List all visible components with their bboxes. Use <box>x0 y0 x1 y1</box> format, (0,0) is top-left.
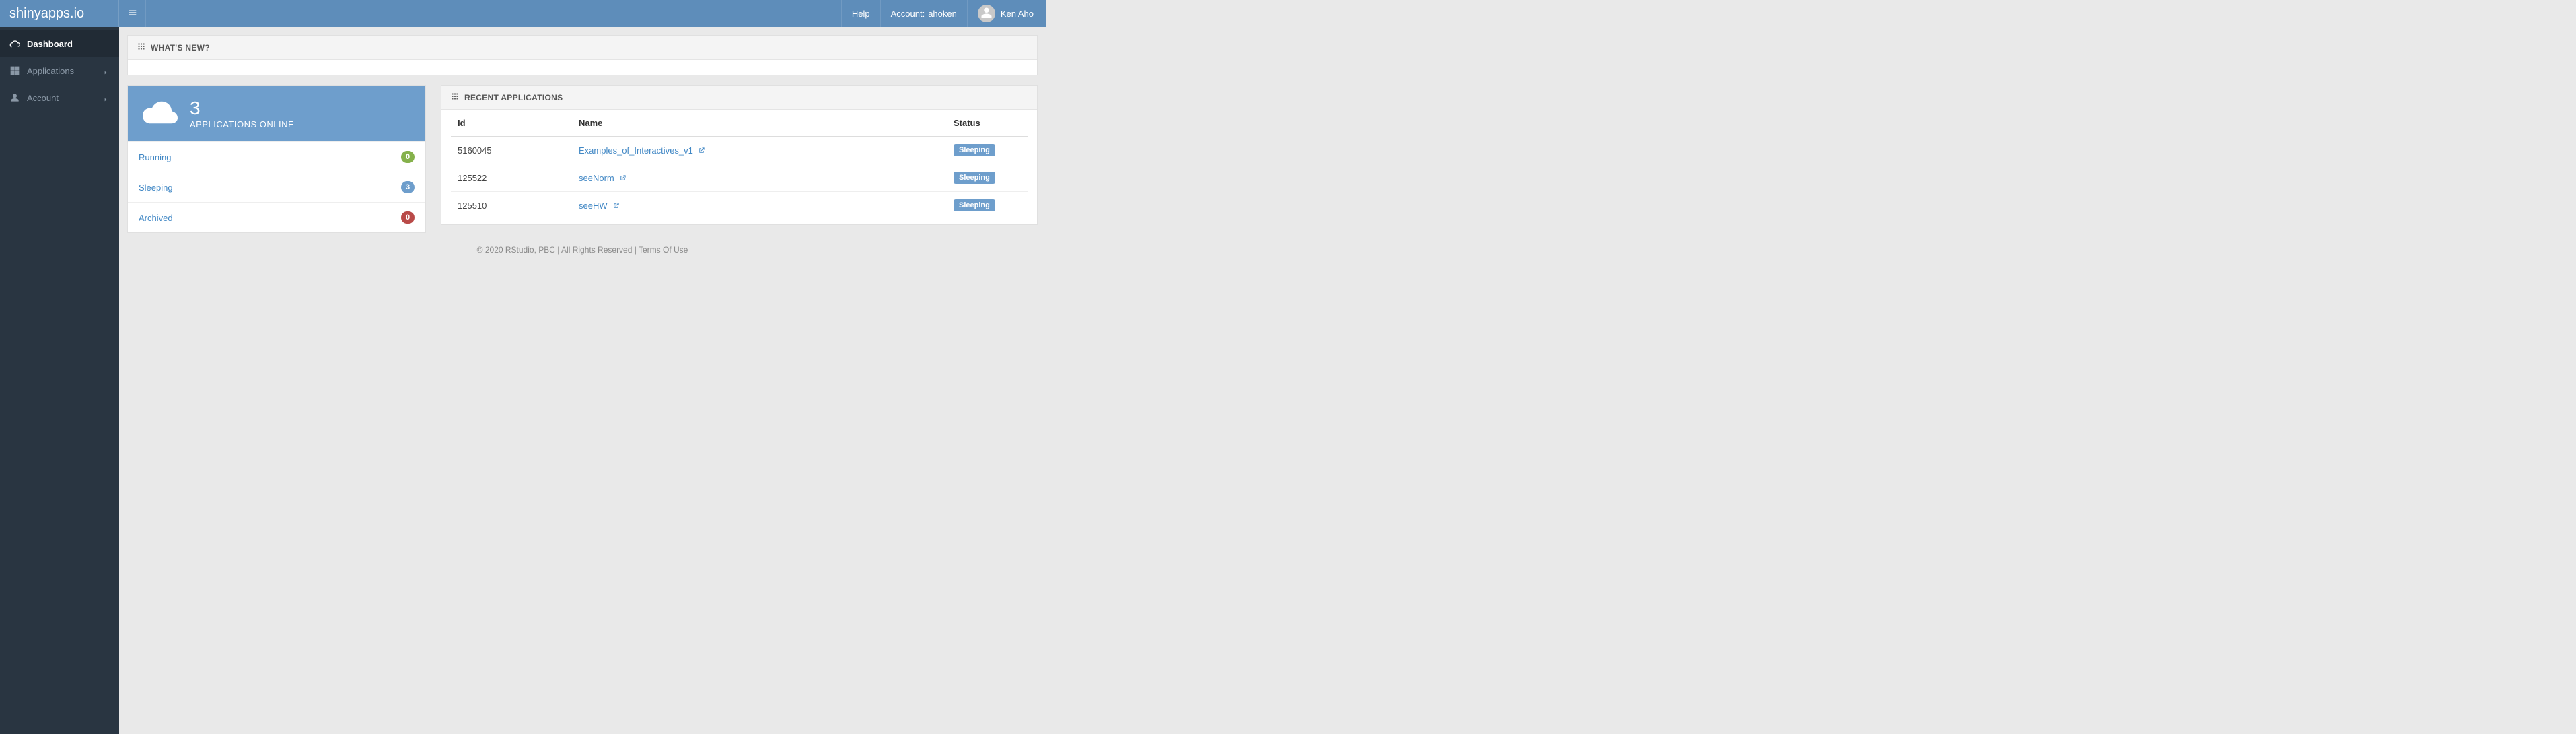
person-icon <box>9 92 20 103</box>
avatar <box>978 5 995 22</box>
stat-label: Running <box>139 152 401 162</box>
table-row: 125522 seeNorm Sleeping <box>451 164 1028 192</box>
account-name: ahoken <box>928 9 957 19</box>
apps-summary-panel: 3 APPLICATIONS ONLINE Running 0 Sleeping… <box>127 85 426 233</box>
stat-row-sleeping[interactable]: Sleeping 3 <box>128 172 425 202</box>
app-name: seeNorm <box>579 173 614 183</box>
apps-summary-header: 3 APPLICATIONS ONLINE <box>128 86 425 141</box>
status-badge: Sleeping <box>954 199 995 211</box>
sidebar: Dashboard Applications Account <box>0 27 119 734</box>
app-name: seeHW <box>579 201 608 211</box>
chevron-right-icon <box>103 94 110 101</box>
cloud-icon <box>143 100 178 127</box>
help-label: Help <box>852 9 870 19</box>
recent-apps-header: RECENT APPLICATIONS <box>441 86 1037 110</box>
person-icon <box>980 7 993 21</box>
external-link-icon <box>610 201 620 211</box>
sidebar-toggle[interactable] <box>119 0 146 27</box>
cell-id: 5160045 <box>451 137 572 164</box>
stat-label: Sleeping <box>139 182 401 193</box>
app-link[interactable]: seeHW <box>579 201 620 211</box>
footer-copyright: © 2020 RStudio, PBC | All Rights Reserve… <box>477 245 639 255</box>
recent-apps-title: RECENT APPLICATIONS <box>464 93 563 102</box>
panel-grid-icon <box>451 92 459 102</box>
external-link-icon <box>695 145 705 156</box>
sidebar-item-account[interactable]: Account <box>0 84 119 111</box>
apps-online-count: 3 <box>190 98 294 119</box>
external-link-icon <box>616 173 627 183</box>
sidebar-item-applications[interactable]: Applications <box>0 57 119 84</box>
app-name: Examples_of_Interactives_v1 <box>579 145 693 156</box>
stat-badge-running: 0 <box>401 151 415 163</box>
status-badge: Sleeping <box>954 172 995 184</box>
chevron-right-icon <box>103 67 110 74</box>
sidebar-item-label: Dashboard <box>27 39 110 49</box>
whats-new-header: WHAT'S NEW? <box>128 36 1037 60</box>
brand[interactable]: shinyapps.io <box>0 0 119 27</box>
stat-label: Archived <box>139 213 401 223</box>
help-link[interactable]: Help <box>841 0 880 27</box>
sidebar-item-label: Account <box>27 93 103 103</box>
stat-badge-sleeping: 3 <box>401 181 415 193</box>
col-id: Id <box>451 110 572 137</box>
main-content: WHAT'S NEW? 3 APPLICATIONS ONLINE <box>119 27 1046 734</box>
account-link[interactable]: Account: ahoken <box>880 0 967 27</box>
col-name: Name <box>572 110 947 137</box>
table-row: 5160045 Examples_of_Interactives_v1 Slee… <box>451 137 1028 164</box>
whats-new-title: WHAT'S NEW? <box>151 43 210 53</box>
sidebar-item-label: Applications <box>27 66 103 76</box>
footer: © 2020 RStudio, PBC | All Rights Reserve… <box>127 234 1038 261</box>
recent-apps-panel: RECENT APPLICATIONS Id Name Status <box>441 85 1038 225</box>
app-link[interactable]: Examples_of_Interactives_v1 <box>579 145 705 156</box>
header-bar: shinyapps.io Help Account: ahoken Ken Ah… <box>0 0 1046 27</box>
app-link[interactable]: seeNorm <box>579 173 627 183</box>
hamburger-icon <box>128 8 137 20</box>
stat-badge-archived: 0 <box>401 211 415 224</box>
grid-icon <box>9 65 20 76</box>
recent-apps-table: Id Name Status 5160045 <box>451 110 1028 219</box>
status-badge: Sleeping <box>954 144 995 156</box>
stat-row-archived[interactable]: Archived 0 <box>128 202 425 232</box>
table-row: 125510 seeHW Sleeping <box>451 192 1028 220</box>
cloud-icon <box>9 38 20 49</box>
account-label: Account: <box>891 9 925 19</box>
panel-grid-icon <box>137 42 145 53</box>
stat-row-running[interactable]: Running 0 <box>128 141 425 172</box>
user-menu[interactable]: Ken Aho <box>967 0 1046 27</box>
user-name: Ken Aho <box>1001 9 1034 19</box>
cell-id: 125510 <box>451 192 572 220</box>
cell-id: 125522 <box>451 164 572 192</box>
col-status: Status <box>947 110 1028 137</box>
apps-online-label: APPLICATIONS ONLINE <box>190 119 294 129</box>
whats-new-panel: WHAT'S NEW? <box>127 35 1038 75</box>
footer-terms-link[interactable]: Terms Of Use <box>639 245 688 255</box>
whats-new-body <box>128 60 1037 75</box>
sidebar-item-dashboard[interactable]: Dashboard <box>0 30 119 57</box>
